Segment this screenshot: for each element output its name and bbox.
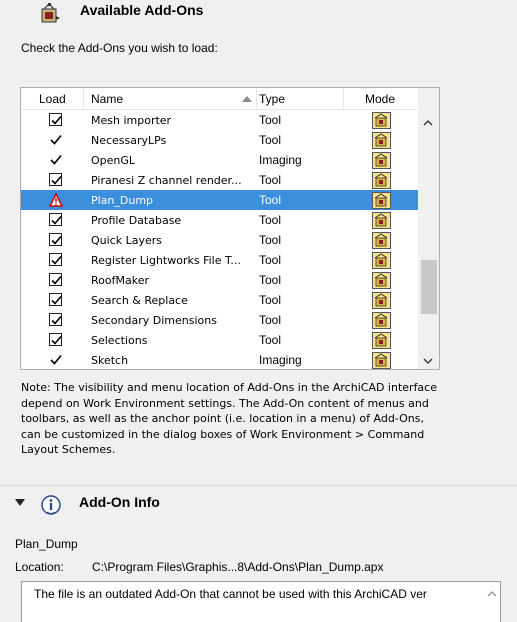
addon-manager-icon xyxy=(41,3,60,23)
table-row[interactable]: Piranesi Z channel render... Tool xyxy=(21,170,418,190)
table-row[interactable]: Search & Replace Tool xyxy=(21,290,418,310)
load-checkbox[interactable] xyxy=(49,213,63,227)
addon-type-cell: Tool xyxy=(259,333,282,347)
addon-name-cell: Quick Layers xyxy=(91,234,163,247)
table-row[interactable]: Mesh importer Tool xyxy=(21,110,418,130)
warning-icon[interactable] xyxy=(48,192,64,207)
addon-type-cell: Tool xyxy=(259,133,282,147)
instruction-text: Check the Add-Ons you wish to load: xyxy=(21,41,218,55)
addon-name-cell: NecessaryLPs xyxy=(91,134,167,147)
column-header-type[interactable]: Type xyxy=(259,92,285,106)
loaded-check-icon[interactable] xyxy=(49,153,63,167)
collapse-triangle-icon[interactable] xyxy=(15,499,25,506)
mode-icon[interactable] xyxy=(372,352,391,369)
addon-name-cell: Secondary Dimensions xyxy=(91,314,217,327)
table-row[interactable]: Plan_Dump Tool xyxy=(21,190,418,210)
addon-name-cell: OpenGL xyxy=(91,154,136,167)
load-checkbox[interactable] xyxy=(49,173,63,187)
load-checkbox[interactable] xyxy=(49,273,63,287)
addon-info-title: Add-On Info xyxy=(79,494,160,510)
scroll-up-icon[interactable] xyxy=(486,589,498,599)
column-header-mode[interactable]: Mode xyxy=(365,92,395,106)
addon-type-cell: Tool xyxy=(259,173,282,187)
scroll-thumb[interactable] xyxy=(421,260,437,314)
location-value: C:\Program Files\Graphis...8\Add-Ons\Pla… xyxy=(92,560,384,574)
addon-type-cell: Tool xyxy=(259,193,282,207)
scroll-down-icon[interactable] xyxy=(422,356,434,366)
table-row[interactable]: OpenGL Imaging xyxy=(21,150,418,170)
addon-name-cell: RoofMaker xyxy=(91,274,149,287)
addon-name-cell: Sketch xyxy=(91,354,129,367)
mode-icon[interactable] xyxy=(372,332,391,349)
loaded-check-icon[interactable] xyxy=(49,353,63,367)
table-row[interactable]: Quick Layers Tool xyxy=(21,230,418,250)
addon-type-cell: Tool xyxy=(259,113,282,127)
addon-name-cell: Piranesi Z channel render... xyxy=(91,174,242,187)
load-checkbox[interactable] xyxy=(49,333,63,347)
mode-icon[interactable] xyxy=(372,232,391,249)
addon-name-cell: Mesh importer xyxy=(91,114,172,127)
addon-name-cell: Register Lightworks File T... xyxy=(91,254,241,267)
addon-type-cell: Tool xyxy=(259,233,282,247)
table-row[interactable]: Selections Tool xyxy=(21,330,418,350)
mode-icon[interactable] xyxy=(372,132,391,149)
info-icon xyxy=(41,495,61,515)
mode-icon[interactable] xyxy=(372,172,391,189)
column-header-load[interactable]: Load xyxy=(39,92,66,106)
message-text: The file is an outdated Add-On that cann… xyxy=(34,587,427,601)
addon-type-cell: Imaging xyxy=(259,153,302,167)
addon-name-cell: Plan_Dump xyxy=(91,194,154,207)
mode-icon[interactable] xyxy=(372,192,391,209)
mode-icon[interactable] xyxy=(372,272,391,289)
mode-icon[interactable] xyxy=(372,112,391,129)
addon-name: Plan_Dump xyxy=(15,537,78,551)
loaded-check-icon[interactable] xyxy=(49,133,63,147)
table-row[interactable]: NecessaryLPs Tool xyxy=(21,130,418,150)
message-box[interactable]: The file is an outdated Add-On that cann… xyxy=(21,581,501,622)
column-header-name[interactable]: Name xyxy=(91,92,123,106)
addon-type-cell: Tool xyxy=(259,313,282,327)
addon-name-cell: Search & Replace xyxy=(91,294,188,307)
location-label: Location: xyxy=(15,560,64,574)
table-row[interactable]: Secondary Dimensions Tool xyxy=(21,310,418,330)
mode-icon[interactable] xyxy=(372,152,391,169)
load-checkbox[interactable] xyxy=(49,253,63,267)
table-row[interactable]: Register Lightworks File T... Tool xyxy=(21,250,418,270)
addon-type-cell: Imaging xyxy=(259,353,302,367)
load-checkbox[interactable] xyxy=(49,313,63,327)
list-scrollbar[interactable] xyxy=(418,88,439,369)
panel-header: Available Add-Ons xyxy=(0,0,517,26)
addon-type-cell: Tool xyxy=(259,213,282,227)
load-checkbox[interactable] xyxy=(49,113,63,127)
table-row[interactable]: RoofMaker Tool xyxy=(21,270,418,290)
table-row[interactable]: Sketch Imaging xyxy=(21,350,418,370)
addon-type-cell: Tool xyxy=(259,293,282,307)
load-checkbox[interactable] xyxy=(49,293,63,307)
addon-type-cell: Tool xyxy=(259,273,282,287)
addon-name-cell: Selections xyxy=(91,334,148,347)
addon-type-cell: Tool xyxy=(259,253,282,267)
mode-icon[interactable] xyxy=(372,212,391,229)
addon-info-header[interactable] xyxy=(0,486,517,520)
table-row[interactable]: Profile Database Tool xyxy=(21,210,418,230)
note-text: Note: The visibility and menu location o… xyxy=(21,381,437,456)
load-checkbox[interactable] xyxy=(49,233,63,247)
list-header: Load Name Type Mode xyxy=(21,88,418,110)
addon-list[interactable]: Load Name Type Mode Mesh importer Tool Nec… xyxy=(20,87,440,370)
addon-name-cell: Profile Database xyxy=(91,214,182,227)
mode-icon[interactable] xyxy=(372,252,391,269)
mode-icon[interactable] xyxy=(372,292,391,309)
panel-title: Available Add-Ons xyxy=(80,2,204,18)
sort-ascending-icon xyxy=(242,96,252,102)
scroll-up-icon[interactable] xyxy=(422,118,434,128)
mode-icon[interactable] xyxy=(372,312,391,329)
